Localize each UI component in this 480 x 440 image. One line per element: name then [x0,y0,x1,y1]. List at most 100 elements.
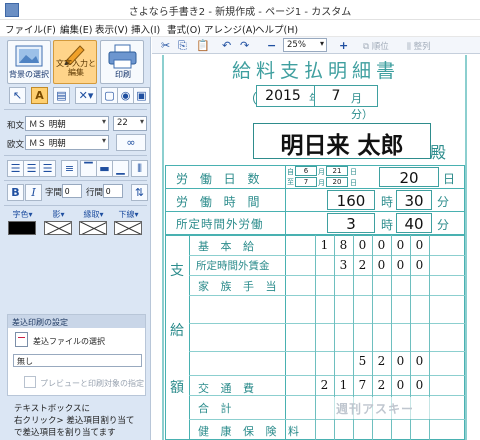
menu-help[interactable]: ヘルプ(H) [255,22,298,36]
paste-icon[interactable]: 📋 [196,39,210,52]
zoom-out-icon[interactable]: − [267,39,276,52]
select-arrow-tool[interactable]: ↖ [9,87,26,104]
frame-tool[interactable]: ▢ [101,87,118,104]
align-right-icon[interactable]: ☰ [39,160,56,177]
amount-digit[interactable]: 5 [353,354,372,368]
year-textbox[interactable]: 2015 年 [256,85,322,107]
overtime-minutes-textbox[interactable]: 40 [396,213,432,233]
copy-icon[interactable]: ⎘ [178,39,187,53]
amount-digit[interactable]: 0 [372,258,391,272]
align-left-icon[interactable]: ☰ [7,160,24,177]
table-tool[interactable]: ▤ [53,87,70,104]
amount-digit[interactable]: 0 [391,354,410,368]
redo-icon[interactable]: ↷ [240,39,249,52]
digit-cell-divider [315,235,316,440]
month-unit: 月分） [351,92,373,121]
image-tool[interactable]: ▣ [133,87,150,104]
merge-file-select-button[interactable]: 差込ファイルの選択 [33,336,105,347]
shadow-button[interactable]: 影▾ [44,209,73,239]
hint-line-3: で差込項目を割り当てます [14,428,116,438]
align-center-icon[interactable]: ☰ [23,160,40,177]
name-textbox[interactable]: 明日来 太郎 [253,123,431,159]
wabun-font-select[interactable]: ＭＳ 明朝 ▾ [25,116,109,131]
font-color-swatch [8,221,36,235]
menu-edit[interactable]: 編集(E) [60,22,92,36]
amount-digit[interactable]: 0 [410,258,429,272]
amount-digit[interactable]: 0 [353,238,372,252]
text-direction-icon[interactable]: ⇅ [131,184,148,201]
amount-digit[interactable]: 2 [353,258,372,272]
amount-digit[interactable]: 0 [372,238,391,252]
amount-digit[interactable]: 2 [315,378,334,392]
overtime-hours-unit: 時 [381,218,394,232]
menu-format[interactable]: 書式(O) [167,22,201,36]
date-from-day[interactable]: 21 [326,166,348,176]
merge-print-panel: 差込印刷の設定 差込ファイルの選択 無し プレビューと印刷対象の指定 [7,314,146,396]
zoom-select[interactable]: 25% ▾ [283,38,327,52]
overtime-minutes-unit: 分 [437,218,450,232]
amount-digit[interactable]: 2 [372,378,391,392]
undo-icon[interactable]: ↶ [222,39,231,52]
zoom-in-icon[interactable]: + [339,39,348,52]
valign-bottom-icon[interactable]: ▁ [112,160,129,177]
days-textbox[interactable]: 20 [379,167,439,187]
amount-digit[interactable]: 8 [334,238,353,252]
date-to-day[interactable]: 20 [326,177,348,187]
menu-insert[interactable]: 挿入(I) [131,22,160,36]
minutes-textbox[interactable]: 30 [396,190,432,210]
vertical-text-icon[interactable]: ⫴ [131,160,148,177]
line-spacing-input[interactable] [103,184,123,198]
amount-digit[interactable]: 0 [410,354,429,368]
menu-arrange[interactable]: アレンジ(A) [204,22,256,36]
amount-digit[interactable]: 7 [353,378,372,392]
obun-font-select[interactable]: ＭＳ 明朝 ▾ [25,135,109,150]
month-textbox[interactable]: 7 月分） [314,85,378,121]
shape-tool[interactable]: ✕▾ [75,87,97,104]
font-size-select[interactable]: 22 ▾ [113,116,147,131]
group-order-button[interactable]: ⧉ 順位 [363,40,389,52]
row-label-overtime-pay: 所定時間外賃金 [196,260,270,272]
hours-textbox[interactable]: 160 [327,190,375,210]
outline-button[interactable]: 縁取▾ [79,209,108,239]
minutes-unit: 分 [437,195,450,209]
underline-button[interactable]: 下線▾ [114,209,143,239]
amount-digit[interactable]: 1 [334,378,353,392]
chevron-down-icon: ▾ [101,117,106,126]
italic-button[interactable]: I [25,184,42,201]
month-value: 7 [331,88,341,104]
date-from-label: 自 [287,168,294,176]
justify-icon[interactable]: ≡ [61,160,78,177]
overtime-hours-textbox[interactable]: 3 [327,213,375,233]
pay-side-label-1: 支 [170,263,188,279]
amount-digit[interactable]: 0 [410,378,429,392]
row-line [189,295,465,296]
cut-icon[interactable]: ✂ [161,39,170,52]
amount-digit[interactable]: 0 [391,378,410,392]
amount-digit[interactable]: 0 [391,258,410,272]
font-color-button[interactable]: 字色▾ [8,209,37,239]
left-panel: 背景の選択 文字入力と 編集 印刷 ↖ A ▤ ✕▾ ▢ ◉ ▣ 和文 ＭＳ 明… [0,37,151,440]
amount-digit[interactable]: 3 [334,258,353,272]
amount-digit[interactable]: 0 [410,238,429,252]
row-line [189,419,465,420]
date-to-month[interactable]: 7 [295,177,317,187]
menu-file[interactable]: ファイル(F) [5,22,56,36]
group-order-label: 順位 [371,42,389,52]
amount-digit[interactable]: 1 [315,238,334,252]
stamp-tool[interactable]: ◉ [117,87,134,104]
preview-print-button[interactable]: プレビューと印刷対象の指定 [40,378,144,389]
amount-digit[interactable]: 0 [391,238,410,252]
date-from-month[interactable]: 6 [295,166,317,176]
align-objects-button[interactable]: ⫼ 整列 [407,40,431,52]
menu-view[interactable]: 表示(V) [95,22,128,36]
bold-button[interactable]: B [7,184,24,201]
valign-middle-icon[interactable]: ▬ [96,160,113,177]
amount-digit[interactable]: 2 [372,354,391,368]
row-label-family-allowance: 家 族 手 当 [198,280,281,293]
valign-top-icon[interactable]: ▔ [80,160,97,177]
link-icon[interactable]: ∞ [116,134,146,151]
text-tool[interactable]: A [31,87,48,104]
char-spacing-input[interactable] [62,184,82,198]
doc-title: 給料支払明細書 [231,60,400,82]
merge-file-field[interactable]: 無し [13,354,142,367]
